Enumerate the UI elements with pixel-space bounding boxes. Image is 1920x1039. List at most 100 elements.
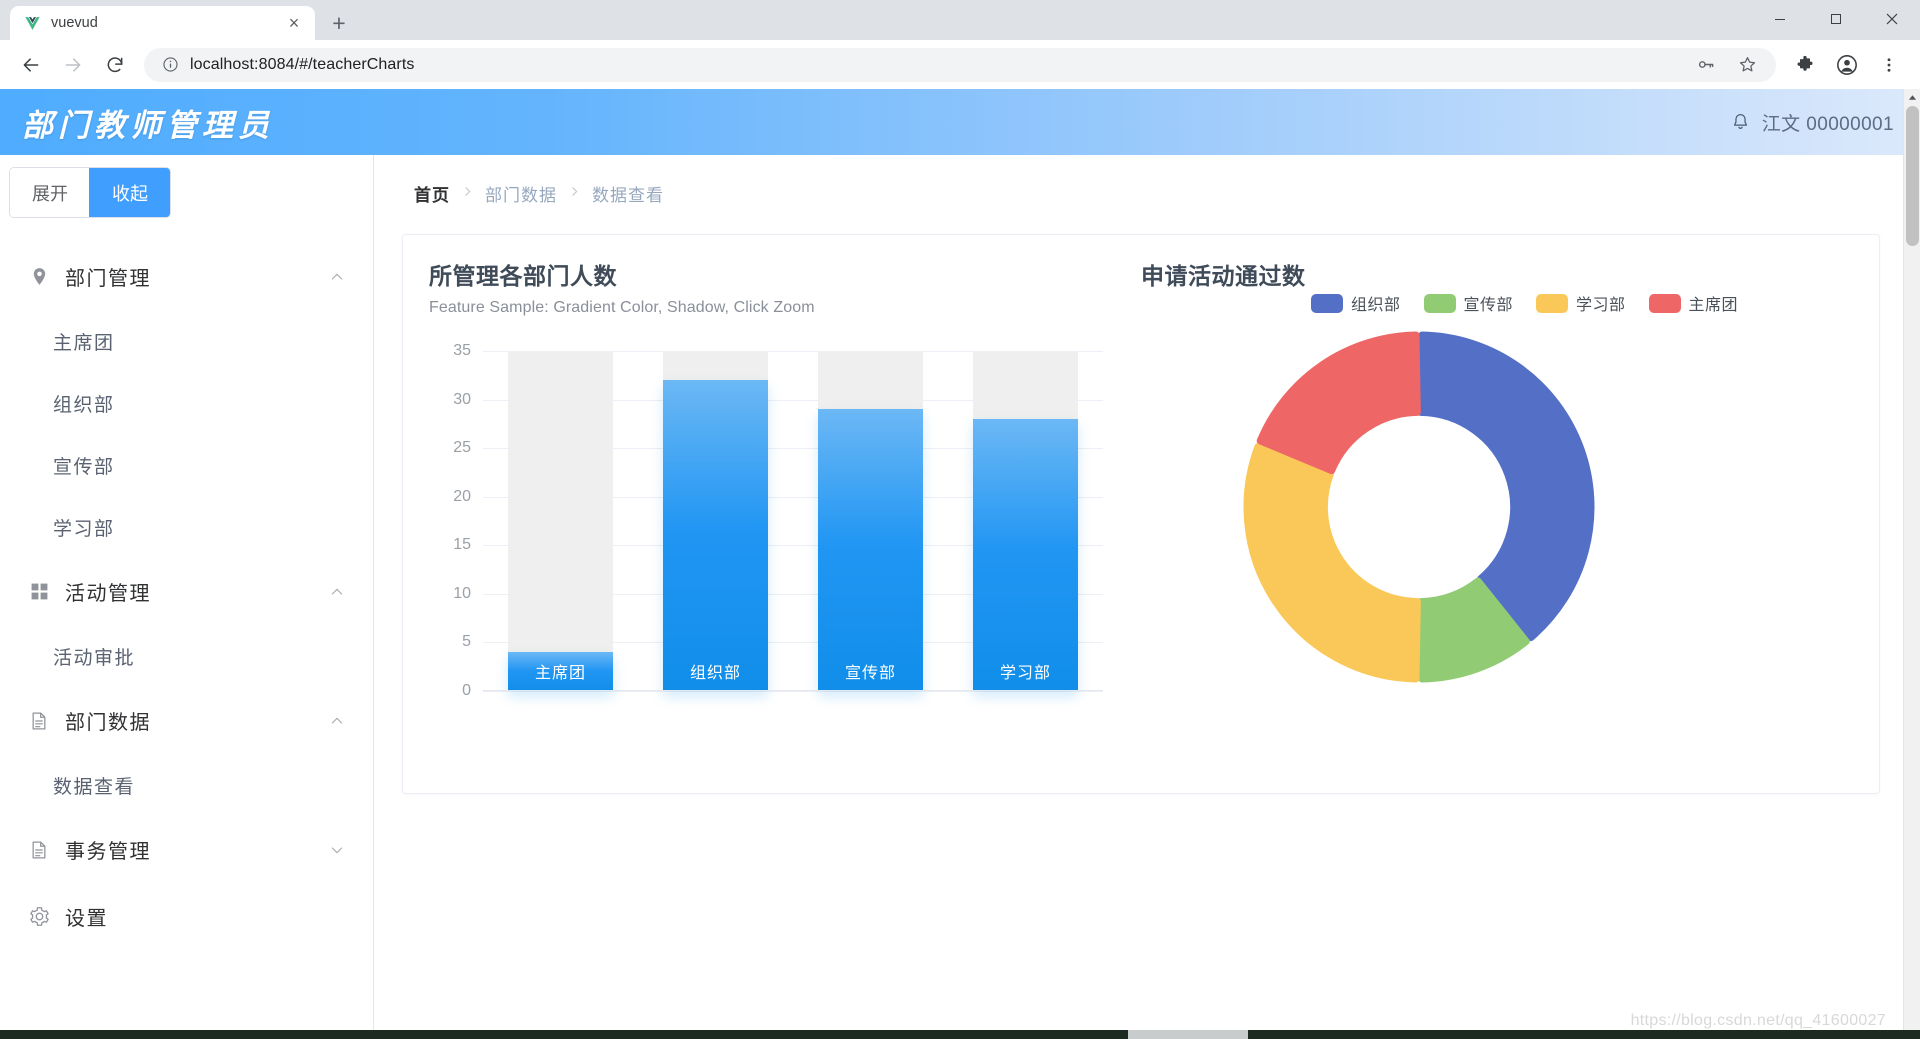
- bar[interactable]: 学习部: [973, 419, 1078, 691]
- bar[interactable]: 组织部: [663, 380, 768, 691]
- bar-category-label: 主席团: [534, 665, 586, 682]
- bar-chart-x-axis-line: [483, 690, 1103, 691]
- address-bar[interactable]: localhost:8084/#/teacherCharts: [144, 47, 1776, 83]
- site-info-icon[interactable]: [159, 54, 181, 76]
- sidebar-item-zuzhibu[interactable]: 组织部: [0, 372, 373, 434]
- puzzle-icon[interactable]: [1787, 47, 1823, 83]
- chevron-down-icon[interactable]: [329, 842, 345, 858]
- sidebar-item-label: 部门数据: [65, 712, 151, 734]
- breadcrumb: 首页 部门数据 数据查看: [374, 155, 1920, 206]
- bar-category-label: 组织部: [689, 665, 741, 682]
- window-controls: [1752, 0, 1920, 40]
- bar-chart-bars: 主席团 组织部 宣传部 学习部: [483, 351, 1103, 691]
- y-axis-tick-label: 0: [462, 682, 471, 699]
- bar[interactable]: 主席团: [508, 652, 613, 691]
- sidebar-item-zhuxituan[interactable]: 主席团: [0, 310, 373, 372]
- bar-category-label: 学习部: [999, 665, 1051, 682]
- maximize-button[interactable]: [1808, 0, 1864, 38]
- sidebar-item-department-management[interactable]: 部门管理: [0, 243, 373, 310]
- legend-item[interactable]: 宣传部: [1423, 291, 1514, 315]
- close-icon[interactable]: ×: [281, 10, 307, 36]
- pie-chart-legend: 组织部 宣传部 学习部 主席团: [1311, 291, 1752, 315]
- donut-chart[interactable]: [1239, 327, 1599, 687]
- y-axis-tick-label: 15: [453, 536, 471, 554]
- sidebar-toggle-group: 展开 收起: [10, 168, 170, 217]
- toolbar-right-icons: [1784, 47, 1910, 83]
- key-icon[interactable]: [1687, 47, 1723, 83]
- profile-avatar-icon[interactable]: [1829, 47, 1865, 83]
- location-pin-icon: [26, 266, 52, 287]
- y-axis-tick-label: 5: [462, 633, 471, 651]
- pie-chart-title: 申请活动通过数: [1141, 263, 1306, 289]
- main-content: 首页 部门数据 数据查看 所管理各部门人数 Feature Sample: Gr…: [374, 155, 1920, 1039]
- sidebar-item-data-view[interactable]: 数据查看: [0, 754, 373, 816]
- new-tab-button[interactable]: +: [322, 6, 356, 40]
- bar-column[interactable]: 学习部: [948, 351, 1103, 691]
- legend-item[interactable]: 组织部: [1311, 291, 1401, 315]
- bar-chart-subtitle: Feature Sample: Gradient Color, Shadow, …: [429, 299, 815, 316]
- y-axis-tick-label: 20: [453, 487, 471, 505]
- y-axis-tick-label: 10: [453, 584, 471, 602]
- legend-item[interactable]: 学习部: [1536, 291, 1626, 315]
- browser-chrome: vuevud × + localhost:8084/#/teacherChart…: [0, 0, 1920, 89]
- vue-logo-icon: [23, 14, 41, 32]
- document-icon: [26, 711, 52, 731]
- sidebar-item-department-data[interactable]: 部门数据: [0, 687, 373, 754]
- chevron-up-icon[interactable]: [329, 584, 345, 600]
- grid-icon: [26, 582, 52, 601]
- pie-chart-panel: 申请活动通过数 组织部 宣传部 学习部 主席团: [1123, 235, 1879, 793]
- donut-slice[interactable]: [1256, 331, 1421, 475]
- bell-icon[interactable]: [1730, 112, 1751, 133]
- page-scrollbar[interactable]: [1903, 89, 1920, 1039]
- application-viewport: 部门教师管理员 江文 00000001 展开 收起 部门管理 主席团 组织部 宣…: [0, 89, 1920, 1039]
- sidebar-item-affairs-management[interactable]: 事务管理: [0, 816, 373, 883]
- close-window-button[interactable]: [1864, 0, 1920, 38]
- reload-icon[interactable]: [97, 47, 133, 83]
- scrollbar-thumb[interactable]: [1906, 106, 1919, 246]
- bar-column[interactable]: 主席团: [483, 351, 638, 691]
- breadcrumb-item-2[interactable]: 数据查看: [592, 181, 664, 206]
- chevron-right-icon: [568, 185, 581, 202]
- legend-item[interactable]: 主席团: [1648, 291, 1739, 315]
- gear-icon: [26, 906, 52, 927]
- sidebar-item-settings[interactable]: 设置: [0, 883, 373, 950]
- browser-toolbar: localhost:8084/#/teacherCharts: [0, 40, 1920, 89]
- browser-tabstrip: vuevud × +: [0, 0, 1920, 40]
- scroll-up-arrow-icon[interactable]: [1904, 89, 1920, 106]
- chevron-up-icon[interactable]: [329, 713, 345, 729]
- legend-swatch: [1648, 293, 1681, 313]
- taskbar-segment: [1128, 1030, 1248, 1039]
- user-name[interactable]: 江文 00000001: [1762, 109, 1894, 136]
- sidebar-item-xuexibu[interactable]: 学习部: [0, 496, 373, 558]
- sidebar-item-label: 部门管理: [65, 268, 151, 290]
- y-axis-tick-label: 35: [453, 342, 471, 359]
- sidebar-item-activity-approval[interactable]: 活动审批: [0, 625, 373, 687]
- bar-column[interactable]: 宣传部: [793, 351, 948, 691]
- donut-slice[interactable]: [1417, 331, 1595, 642]
- document-icon: [26, 840, 52, 860]
- chevron-up-icon[interactable]: [329, 269, 345, 285]
- minimize-button[interactable]: [1752, 0, 1808, 38]
- breadcrumb-item-1[interactable]: 部门数据: [485, 181, 557, 206]
- breadcrumb-home[interactable]: 首页: [414, 181, 450, 206]
- bar-column[interactable]: 组织部: [638, 351, 793, 691]
- legend-label: 组织部: [1351, 297, 1401, 314]
- legend-swatch: [1311, 293, 1343, 313]
- sidebar: 展开 收起 部门管理 主席团 组织部 宣传部 学习部 活动管理 活动审批 部门数…: [0, 155, 374, 1039]
- header-right: 江文 00000001: [1730, 109, 1894, 136]
- sidebar-item-xuanchuanbu[interactable]: 宣传部: [0, 434, 373, 496]
- donut-slice[interactable]: [1243, 442, 1421, 683]
- sidebar-item-activity-management[interactable]: 活动管理: [0, 558, 373, 625]
- app-header: 部门教师管理员 江文 00000001: [0, 89, 1920, 155]
- url-text: localhost:8084/#/teacherCharts: [190, 55, 415, 73]
- collapse-button[interactable]: 收起: [90, 168, 170, 217]
- bar[interactable]: 宣传部: [818, 409, 923, 691]
- back-icon[interactable]: [13, 47, 49, 83]
- sidebar-menu: 部门管理 主席团 组织部 宣传部 学习部 活动管理 活动审批 部门数据 数据查看…: [0, 243, 373, 950]
- star-icon[interactable]: [1729, 47, 1765, 83]
- expand-button[interactable]: 展开: [10, 168, 90, 217]
- three-dot-menu-icon[interactable]: [1871, 47, 1907, 83]
- browser-tab[interactable]: vuevud ×: [10, 6, 315, 40]
- chevron-right-icon: [461, 185, 474, 202]
- forward-icon[interactable]: [55, 47, 91, 83]
